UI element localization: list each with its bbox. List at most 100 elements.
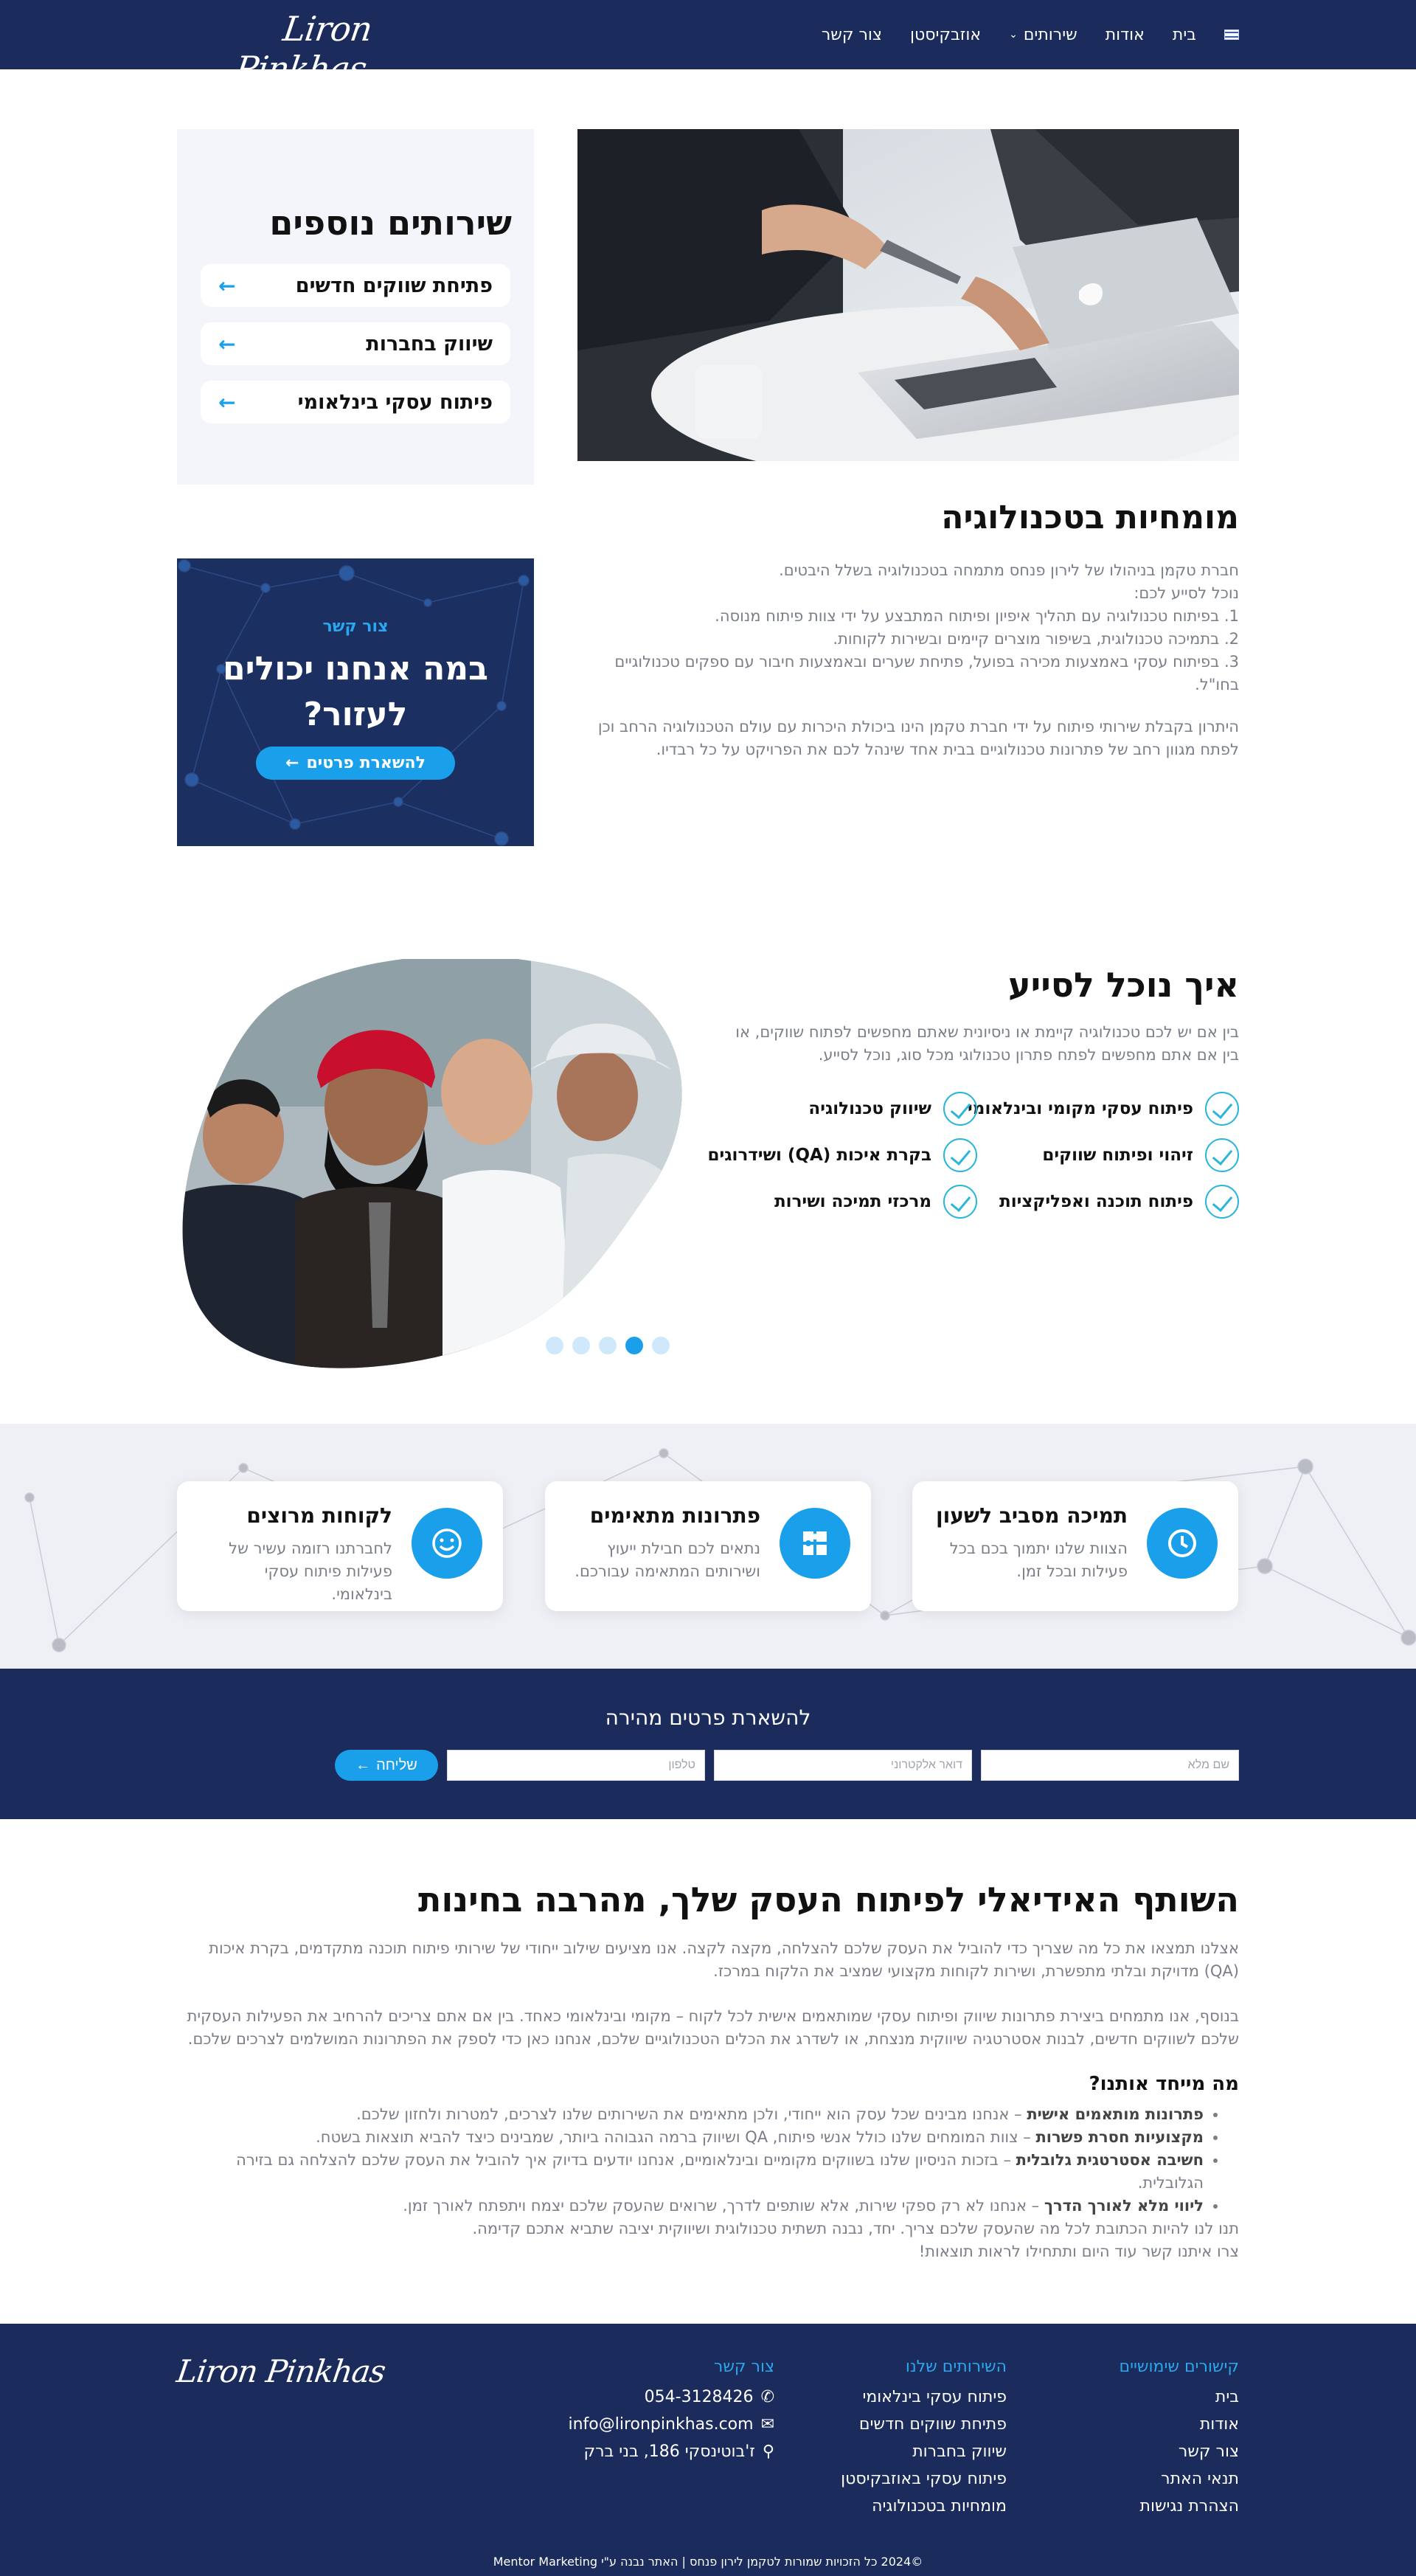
- check-circle-icon: [943, 1185, 977, 1219]
- highlight-card-customers: לקוחות מרוצים לחברתנו רזומה עשיר של פעיל…: [177, 1481, 503, 1611]
- email-text: info@lironpinkhas.com: [568, 2415, 754, 2434]
- footer-contact-column: צור קשר ✆ 054-3128426 ✉ info@lironpinkhas.…: [568, 2358, 774, 2465]
- email-input[interactable]: [714, 1750, 972, 1781]
- carousel-dot[interactable]: [652, 1337, 670, 1354]
- about-section: השותף האידיאלי לפיתוח העסק שלך, מהרבה בח…: [0, 1819, 1416, 2324]
- side-link-international-dev[interactable]: פיתוח עסקי בינלאומי ←: [201, 381, 510, 423]
- highlight-title: תמיכה מסביב לשעון: [936, 1503, 1128, 1528]
- contact-cta-card: צור קשר במה אנחנו יכולים לעזור? להשארת פ…: [177, 558, 534, 846]
- side-link-label: פתיחת שווקים חדשים: [295, 274, 493, 297]
- footer-service-link[interactable]: פתיחת שווקים חדשים: [859, 2415, 1007, 2434]
- contact-cta-heading: במה אנחנו יכולים לעזור?: [223, 650, 488, 733]
- footer-address: ⚲ ז'בוטינסקי 186, בני ברק: [568, 2438, 774, 2465]
- carousel-dot[interactable]: [599, 1337, 617, 1354]
- highlight-title: לקוחות מרוצים: [246, 1503, 392, 1528]
- check-circle-icon: [943, 1092, 977, 1126]
- address-text: ז'בוטינסקי 186, בני ברק: [583, 2442, 755, 2461]
- phone-text: 054-3128426: [644, 2388, 754, 2406]
- about-paragraph: אצלנו תמצאו את כל מה שצריך כדי להוביל את…: [209, 1939, 1239, 1980]
- feature-item: פיתוח עסקי מקומי ובינלאומי: [968, 1092, 1239, 1126]
- carousel-dot[interactable]: [572, 1337, 590, 1354]
- highlights-strip: תמיכה מסביב לשעון הצוות שלנו יתמוך בכם ב…: [0, 1424, 1416, 1669]
- footer-link-accessibility[interactable]: הצהרת נגישות: [1139, 2497, 1239, 2516]
- phone-icon: ✆: [760, 2388, 774, 2406]
- hero-image-laptop-meeting: [577, 129, 1239, 461]
- clock-icon: [1147, 1508, 1218, 1579]
- footer-logo-text: Liron Pinkhas: [174, 2353, 388, 2389]
- about-paragraph: בנוסף, אנו מתמחים ביצירת פתרונות שיווק ו…: [187, 2007, 1239, 2048]
- quick-form-title: להשארת פרטים מהירה: [605, 1706, 811, 1730]
- more-services-title: שירותים נוספים: [269, 203, 512, 243]
- about-bullet-bold: מקצועיות חסרת פשרות: [1035, 2128, 1204, 2146]
- carousel-dot[interactable]: [546, 1337, 563, 1354]
- feature-label: שיווק טכנולוגיה: [808, 1099, 931, 1118]
- article-line: 2. בתמיכה טכנולוגית, בשיפור מוצרים קיימי…: [833, 630, 1239, 648]
- about-bullet: פתרונות מותאמים אישית – אנחנו מבינים שכל…: [177, 2103, 1204, 2126]
- footer-service-link[interactable]: פיתוח עסקי בינלאומי: [862, 2388, 1007, 2406]
- footer-links-title: קישורים שימושיים: [1119, 2358, 1239, 2376]
- footer-services-column: השירותים שלנו פיתוח עסקי בינלאומי פתיחת …: [841, 2358, 1007, 2520]
- nav-item-uzbekistan[interactable]: אוזבקיסטן: [910, 26, 981, 44]
- article-line: נוכל לסייע לכם:: [1134, 584, 1239, 602]
- footer-email[interactable]: ✉ info@lironpinkhas.com: [568, 2411, 774, 2438]
- about-bullet: מקצועיות חסרת פשרות – צוות המומחים שלנו …: [177, 2126, 1204, 2149]
- about-title: השותף האידיאלי לפיתוח העסק שלך, מהרבה בח…: [418, 1880, 1239, 1919]
- side-link-company-marketing[interactable]: שיווק בחברות ←: [201, 322, 510, 365]
- arrow-left-icon: ←: [218, 389, 236, 415]
- arrow-left-icon: ←: [218, 331, 236, 356]
- about-bullet-text: – צוות המומחים שלנו כולל אנשי פיתוח, QA …: [316, 2128, 1036, 2146]
- nav-item-services-label: שירותים: [1023, 25, 1077, 44]
- page: Liron Pinkhas בית אודות שירותים ⌄ אוזבקי…: [0, 0, 1416, 2576]
- highlight-card-solutions: פתרונות מתאימים נתאים לכם חבילת ייעוץ וש…: [545, 1481, 871, 1611]
- about-body: אצלנו תמצאו את כל מה שצריך כדי להוביל את…: [177, 1937, 1239, 2263]
- footer-service-link[interactable]: שיווק בחברות: [912, 2442, 1007, 2461]
- contact-cta-content: צור קשר במה אנחנו יכולים לעזור? להשארת פ…: [177, 617, 534, 780]
- highlight-title: פתרונות מתאימים: [589, 1503, 760, 1528]
- footer-service-link[interactable]: מומחיות בטכנולוגיה: [872, 2497, 1007, 2516]
- site-footer: קישורים שימושיים בית אודות צור קשר תנאי …: [0, 2324, 1416, 2576]
- highlight-desc: לחברתנו רזומה עשיר של פעילות פיתוח עסקי …: [229, 1540, 392, 1603]
- nav-item-home[interactable]: בית: [1173, 26, 1196, 44]
- language-flag-icon[interactable]: [1224, 30, 1239, 40]
- full-name-input[interactable]: [981, 1750, 1239, 1781]
- footer-link-contact[interactable]: צור קשר: [1179, 2442, 1239, 2461]
- feature-item: שיווק טכנולוגיה: [808, 1092, 977, 1126]
- about-bullet: ליווי מלא לאורך הדרך – אנחנו לא רק ספקי …: [177, 2195, 1204, 2217]
- carousel-dots: [546, 1337, 670, 1354]
- highlight-desc: הצוות שלנו יתמוך בכם בכל פעילות ובכל זמן…: [949, 1540, 1128, 1580]
- send-button[interactable]: שליחה ←: [335, 1750, 438, 1781]
- envelope-icon: ✉: [760, 2415, 774, 2434]
- phone-input[interactable]: [447, 1750, 705, 1781]
- feature-label: בקרת איכות (QA) ושידרוגים: [707, 1146, 931, 1165]
- nav-item-services[interactable]: שירותים ⌄: [1009, 26, 1077, 44]
- feature-item: בקרת איכות (QA) ושידרוגים: [707, 1138, 977, 1172]
- more-services-card: שירותים נוספים פתיחת שווקים חדשים ← שיוו…: [177, 129, 534, 485]
- send-label: שליחה: [376, 1756, 417, 1773]
- feature-item: פיתוח תוכנה ואפליקציות: [999, 1185, 1239, 1219]
- site-logo[interactable]: Liron Pinkhas: [177, 9, 375, 89]
- location-pin-icon: ⚲: [762, 2442, 774, 2461]
- carousel-dot-active[interactable]: [625, 1337, 643, 1354]
- check-circle-icon: [943, 1138, 977, 1172]
- footer-link-home[interactable]: בית: [1215, 2388, 1239, 2406]
- feature-label: זיהוי ופיתוח שווקים: [1042, 1146, 1193, 1165]
- nav-item-about[interactable]: אודות: [1106, 26, 1145, 44]
- feature-label: פיתוח עסקי מקומי ובינלאומי: [968, 1099, 1193, 1118]
- footer-logo[interactable]: Liron Pinkhas: [174, 2353, 388, 2389]
- side-link-label: פיתוח עסקי בינלאומי: [297, 390, 493, 414]
- about-bullet: חשיבה אסטרטגית גלובלית – בזכות הניסיון ש…: [177, 2149, 1204, 2195]
- copyright: ©2024 כל הזכויות שמורות לטקמן לירון פנחס…: [493, 2555, 923, 2569]
- footer-phone[interactable]: ✆ 054-3128426: [568, 2383, 774, 2411]
- about-bullets: פתרונות מותאמים אישית – אנחנו מבינים שכל…: [177, 2103, 1239, 2217]
- footer-link-terms[interactable]: תנאי האתר: [1161, 2470, 1239, 2488]
- side-link-new-markets[interactable]: פתיחת שווקים חדשים ←: [201, 264, 510, 307]
- main-nav: בית אודות שירותים ⌄ אוזבקיסטן צור קשר: [822, 0, 1239, 69]
- feature-item: מרכזי תמיכה ושירות: [774, 1185, 977, 1219]
- footer-link-about[interactable]: אודות: [1200, 2415, 1239, 2434]
- footer-service-link[interactable]: פיתוח עסקי באוזבקיסטן: [841, 2470, 1007, 2488]
- arrow-left-icon: ←: [355, 1756, 371, 1773]
- nav-item-contact[interactable]: צור קשר: [822, 26, 882, 44]
- puzzle-icon: [780, 1508, 850, 1579]
- contact-cta-eyebrow: צור קשר: [322, 617, 389, 636]
- leave-details-button[interactable]: להשארת פרטים ←: [256, 747, 455, 780]
